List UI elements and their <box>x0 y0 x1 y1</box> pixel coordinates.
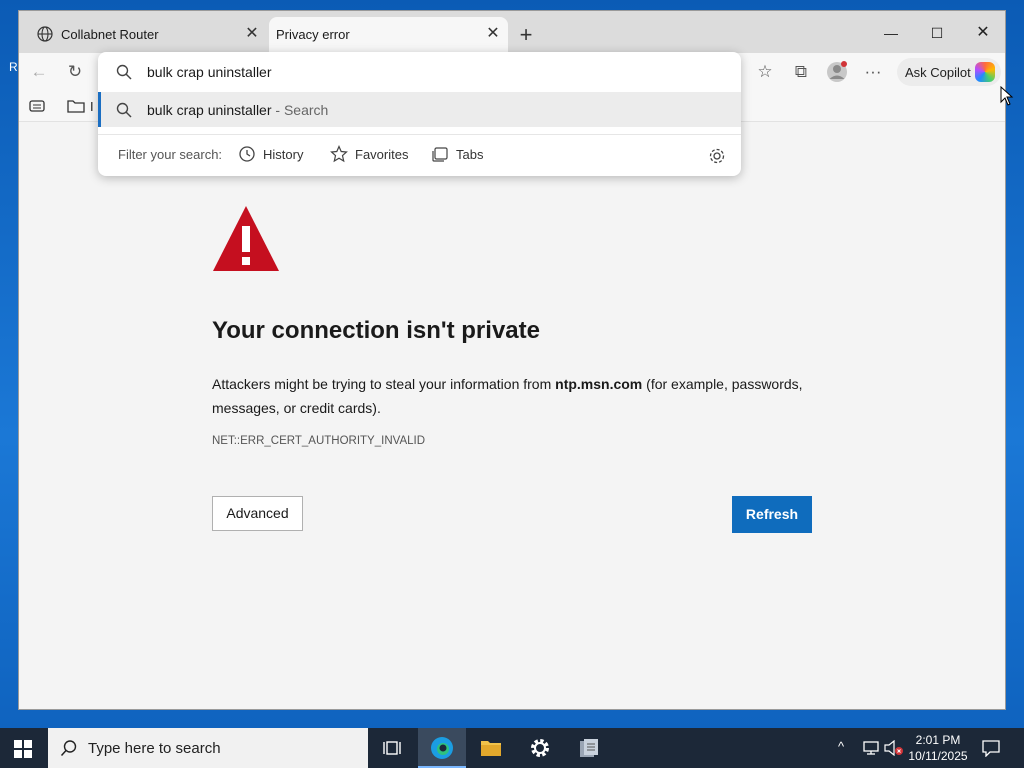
chevron-up-icon[interactable]: ^ <box>838 739 844 754</box>
tabs-icon <box>432 147 448 162</box>
reading-icon[interactable] <box>29 99 45 113</box>
clock-time: 2:01 PM <box>915 733 961 747</box>
history-icon <box>239 146 255 162</box>
description-text: Attackers might be trying to steal your … <box>212 376 556 392</box>
gear-icon[interactable] <box>708 147 726 165</box>
profile-avatar[interactable] <box>823 59 851 85</box>
suggestion-query: bulk crap uninstaller <box>147 102 272 118</box>
tab-collabnet-router[interactable]: Collabnet Router ✕ <box>27 17 267 53</box>
volume-muted-icon[interactable] <box>884 740 904 756</box>
notifications-icon[interactable] <box>982 739 1000 757</box>
page-title: Your connection isn't private <box>212 317 540 344</box>
taskbar-search[interactable]: Type here to search <box>48 728 368 768</box>
error-code: NET::ERR_CERT_AUTHORITY_INVALID <box>212 435 426 447</box>
tab-title: Privacy error <box>276 27 350 42</box>
filter-history-label: History <box>263 147 304 162</box>
collections-icon[interactable]: ⧉ <box>787 59 815 85</box>
folder-icon[interactable] <box>67 98 85 114</box>
file-explorer-icon[interactable] <box>467 728 515 768</box>
mouse-cursor-icon <box>1000 86 1014 106</box>
address-bar-dropdown: bulk crap uninstaller bulk crap uninstal… <box>98 52 741 176</box>
new-tab-icon[interactable]: + <box>513 23 539 49</box>
search-icon <box>116 102 132 118</box>
taskbar: Type here to search ^ 2:01 PM 10/11/2025 <box>0 728 1024 768</box>
more-options-icon[interactable]: ··· <box>859 59 887 85</box>
close-tab-icon[interactable]: ✕ <box>243 25 261 43</box>
advanced-button[interactable]: Advanced <box>212 496 303 531</box>
back-icon[interactable]: ← <box>25 59 53 85</box>
filter-tabs-label: Tabs <box>456 147 484 162</box>
star-icon <box>330 145 348 163</box>
suggestion-text: bulk crap uninstaller - Search <box>147 102 328 118</box>
tab-title: Collabnet Router <box>61 27 159 42</box>
clock-date: 10/11/2025 <box>908 749 968 763</box>
refresh-button[interactable]: Refresh <box>732 496 812 533</box>
search-suggestion[interactable]: bulk crap uninstaller - Search <box>98 92 741 127</box>
maximize-icon[interactable]: ☐ <box>917 21 957 45</box>
host-name: ntp.msn.com <box>555 376 643 392</box>
search-icon <box>116 64 132 80</box>
filter-label: Filter your search: <box>118 147 223 162</box>
close-window-icon[interactable]: ✕ <box>963 21 1003 45</box>
edge-taskbar-icon[interactable] <box>418 728 466 768</box>
error-page: Your connection isn't private Attackers … <box>19 122 1005 709</box>
error-description: Attackers might be trying to steal your … <box>212 372 822 420</box>
copilot-icon <box>975 62 995 82</box>
filter-favorites-label: Favorites <box>355 147 409 162</box>
close-tab-icon[interactable]: ✕ <box>484 25 502 43</box>
tab-strip: Collabnet Router ✕ Privacy error ✕ + — ☐… <box>19 11 1005 53</box>
app-taskbar-icon[interactable] <box>565 728 613 768</box>
address-text: bulk crap uninstaller <box>147 64 272 80</box>
network-icon[interactable] <box>862 740 880 756</box>
warning-icon <box>213 206 279 271</box>
filter-bar: Filter your search: History Favorites Ta… <box>98 134 741 175</box>
minimize-icon[interactable]: — <box>871 21 911 45</box>
desktop-icon-label[interactable]: R <box>9 60 18 74</box>
favorites-icon[interactable]: ☆ <box>751 59 779 85</box>
search-placeholder: Type here to search <box>88 740 221 757</box>
tab-privacy-error[interactable]: Privacy error ✕ <box>269 17 508 53</box>
refresh-icon[interactable]: ↻ <box>61 59 89 85</box>
settings-icon[interactable] <box>516 728 564 768</box>
copilot-label: Ask Copilot <box>905 65 971 80</box>
suggestion-suffix: - Search <box>271 102 329 118</box>
address-input[interactable]: bulk crap uninstaller <box>98 52 741 90</box>
windows-start-icon[interactable] <box>14 740 32 758</box>
task-view-icon[interactable] <box>368 728 416 768</box>
system-clock[interactable]: 2:01 PM 10/11/2025 <box>904 732 972 764</box>
globe-icon <box>37 26 53 42</box>
favorites-bar-item[interactable]: I <box>90 99 94 114</box>
ask-copilot-button[interactable]: Ask Copilot <box>897 58 1001 86</box>
search-icon <box>60 740 77 757</box>
